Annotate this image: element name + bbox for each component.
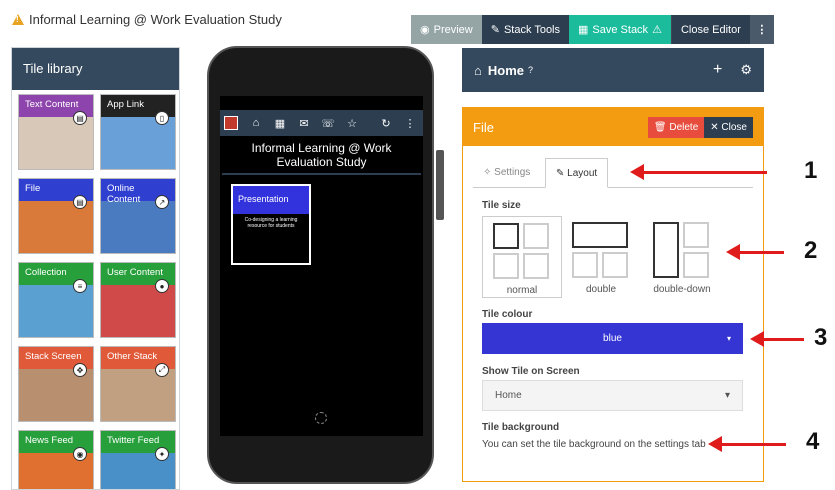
grid-icon[interactable]: ▦: [268, 117, 292, 130]
annotation-arrow-1: [642, 171, 767, 174]
file-panel-header: File 🗑 Delete ✕ Close: [463, 108, 763, 146]
chat-icon[interactable]: ☏: [316, 117, 340, 130]
grid-icon: ▦: [578, 24, 589, 36]
size-label-double: double: [585, 284, 617, 295]
annotation-number-1: 1: [804, 157, 818, 184]
home-icon[interactable]: ⌂: [244, 117, 268, 129]
tab-layout[interactable]: ✎ Layout: [545, 158, 609, 188]
phone-tile-text: Co-designing a learning resource for stu…: [244, 217, 298, 229]
size-option-double-down[interactable]: double-down: [642, 216, 722, 298]
library-tile-collection[interactable]: Collection ≡: [18, 262, 94, 338]
tile-background-label: Tile background: [482, 422, 560, 433]
home-label: Home: [487, 62, 524, 78]
tile-size-label: Tile size: [482, 200, 521, 211]
stack-tools-button[interactable]: ✎ Stack Tools: [481, 15, 570, 44]
normal-layout-icon: [493, 223, 551, 281]
wrench-icon: ✎: [490, 24, 500, 36]
rss-icon: ◉: [73, 447, 87, 461]
phone-icon: ▯: [155, 111, 169, 125]
size-option-normal[interactable]: normal: [482, 216, 562, 298]
external-link-icon: ↗: [155, 195, 169, 209]
annotation-number-4: 4: [806, 428, 820, 455]
tile-colour-label: Tile colour: [482, 309, 533, 320]
refresh-icon[interactable]: ↻: [374, 117, 398, 130]
tab-settings[interactable]: ✧ Settings: [473, 158, 540, 188]
mail-icon[interactable]: ✉: [292, 117, 316, 130]
library-tile-news-feed[interactable]: News Feed ◉: [18, 430, 94, 489]
app-title-row: Informal Learning @ Work Evaluation Stud…: [12, 12, 282, 27]
annotation-arrow-3: [762, 338, 804, 341]
phone-tile-title: Presentation: [233, 186, 309, 214]
file-icon: ▤: [73, 195, 87, 209]
library-tile-text-content[interactable]: Text Content ▤: [18, 94, 94, 170]
annotation-number-2: 2: [804, 237, 818, 264]
preview-button[interactable]: ◉ Preview: [411, 15, 482, 44]
editor-toolbar: ◉ Preview ✎ Stack Tools ▦ Save Stack ⚠ Close…: [411, 15, 774, 44]
save-stack-button[interactable]: ▦ Save Stack ⚠: [569, 15, 671, 44]
library-tile-file[interactable]: File ▤: [18, 178, 94, 254]
library-tile-twitter-feed[interactable]: Twitter Feed ✦: [100, 430, 176, 489]
annotation-number-3: 3: [814, 324, 828, 351]
home-icon: ⌂: [474, 62, 482, 78]
screen-home-bar: ⌂ Home ? + ⚙: [462, 48, 764, 92]
close-button[interactable]: ✕ Close: [704, 116, 753, 138]
star-icon[interactable]: ☆: [340, 117, 364, 130]
size-option-double[interactable]: double: [566, 216, 636, 298]
list-icon: ≡: [73, 279, 87, 293]
annotation-arrow-4: [720, 443, 786, 446]
caret-down-icon: ▾: [726, 334, 731, 343]
file-panel-title: File: [473, 119, 494, 135]
annotation-arrow-2: [738, 251, 784, 254]
phone-home-button[interactable]: [315, 412, 327, 424]
annotation-arrowhead-1: [630, 164, 644, 180]
user-icon: ●: [155, 279, 169, 293]
warning-icon: [12, 14, 24, 25]
move-icon: ✥: [73, 363, 87, 377]
eye-icon: ◉: [420, 24, 430, 36]
tile-colour-select[interactable]: blue ▾: [482, 323, 743, 354]
caret-down-icon: ▾: [724, 390, 730, 401]
doc-icon: ▤: [73, 111, 87, 125]
help-icon[interactable]: ?: [528, 65, 533, 75]
size-label-double-down: double-down: [653, 284, 711, 295]
brush-icon: ✎: [556, 168, 565, 179]
double-layout-icon: [572, 222, 630, 280]
phone-stack-title: Informal Learning @ Work Evaluation Stud…: [222, 141, 421, 175]
library-tile-other-stack[interactable]: Other Stack ⤢: [100, 346, 176, 422]
library-tile-stack-screen[interactable]: Stack Screen ✥: [18, 346, 94, 422]
more-menu-icon[interactable]: ⋮: [749, 15, 774, 44]
library-tile-user-content[interactable]: User Content ●: [100, 262, 176, 338]
double-down-layout-icon: [653, 222, 711, 280]
size-label-normal: normal: [506, 285, 538, 296]
tile-background-text: You can set the tile background on the s…: [482, 439, 706, 450]
more-icon[interactable]: ⋮: [398, 117, 422, 130]
library-tile-app-link[interactable]: App Link ▯: [100, 94, 176, 170]
annotation-arrowhead-4: [708, 436, 722, 452]
phone-app-bar: ⌂ ▦ ✉ ☏ ☆ ↻ ⋮: [220, 110, 423, 136]
warning-icon: ⚠: [652, 24, 662, 36]
status-bar: [220, 96, 423, 110]
expand-icon: ⤢: [155, 363, 169, 377]
tile-library-heading: Tile library: [12, 48, 179, 90]
tile-library: Tile library Text Content ▤ App Link ▯ File ▤…: [11, 47, 180, 490]
close-editor-button[interactable]: Close Editor: [670, 15, 750, 44]
annotation-arrowhead-3: [750, 331, 764, 347]
magic-icon: ✧: [483, 167, 492, 178]
twitter-icon: ✦: [155, 447, 169, 461]
drag-handle[interactable]: [436, 150, 444, 220]
annotation-arrowhead-2: [726, 244, 740, 260]
app-title: Informal Learning @ Work Evaluation Stud…: [29, 12, 282, 27]
phone-presentation-tile[interactable]: Presentation Co-designing a learning res…: [231, 184, 311, 265]
show-on-screen-select[interactable]: Home ▾: [482, 380, 743, 411]
gear-icon[interactable]: ⚙: [740, 62, 752, 78]
delete-button[interactable]: 🗑 Delete: [647, 116, 705, 138]
library-tile-online-content[interactable]: Online Content ↗: [100, 178, 176, 254]
app-logo: [224, 116, 238, 130]
show-on-screen-label: Show Tile on Screen: [482, 366, 580, 377]
add-icon[interactable]: +: [713, 61, 722, 79]
